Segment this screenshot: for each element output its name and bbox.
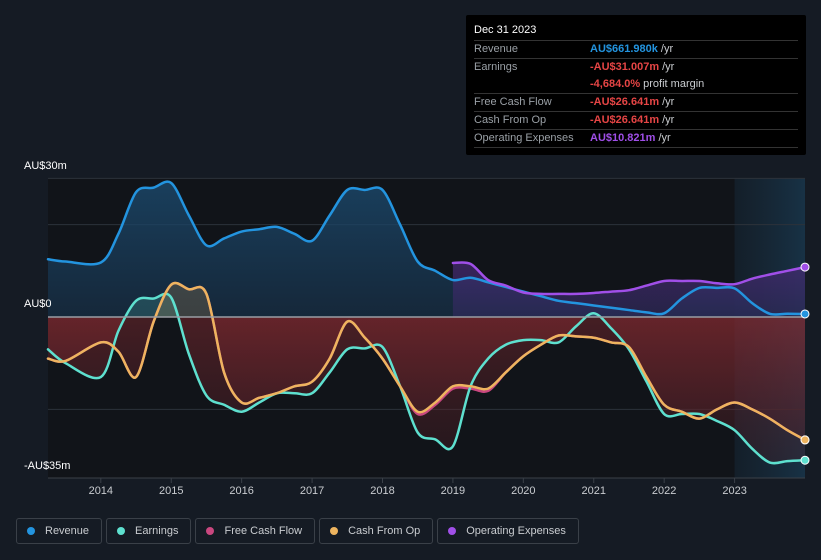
tooltip-suffix: /yr <box>660 43 674 55</box>
legend-label: Free Cash Flow <box>224 525 303 537</box>
tooltip-suffix: /yr <box>658 132 671 144</box>
x-tick-label: 2021 <box>581 485 606 497</box>
legend-label: Earnings <box>135 525 179 537</box>
x-tick-label: 2020 <box>511 485 536 497</box>
x-tick-label: 2019 <box>440 485 466 497</box>
tooltip-value: AU$661.980k <box>590 43 658 55</box>
revenue-dot-icon <box>27 527 35 535</box>
tooltip-value: -AU$31.007m <box>590 61 660 73</box>
tooltip-value: -AU$26.641m <box>590 96 660 108</box>
tooltip-suffix: /yr <box>662 61 675 73</box>
legend-label: Cash From Op <box>348 525 421 537</box>
x-tick-label: 2022 <box>651 485 677 497</box>
earnings-endpoint <box>800 455 810 465</box>
tooltip-row-revenue: Revenue AU$661.980k /yr <box>474 41 798 59</box>
legend-label: Revenue <box>45 525 90 537</box>
tooltip-value: -AU$26.641m <box>590 114 660 126</box>
legend-item-revenue[interactable]: Revenue <box>16 518 103 544</box>
tooltip-suffix: profit margin <box>643 78 705 90</box>
tooltip-label: Free Cash Flow <box>474 96 552 108</box>
tooltip-label <box>474 76 590 93</box>
legend-item-earnings[interactable]: Earnings <box>106 518 192 544</box>
revenue-endpoint <box>800 309 810 319</box>
tooltip-row-operating-expenses: Operating Expenses AU$10.821m /yr <box>474 130 798 148</box>
tooltip-value: -4,684.0% <box>590 78 641 90</box>
tooltip-row-cash-from-op: Cash From Op -AU$26.641m /yr <box>474 112 798 130</box>
tooltip-suffix: /yr <box>662 114 675 126</box>
tooltip-suffix: /yr <box>662 96 675 108</box>
earnings-dot-icon <box>117 527 126 535</box>
y-tick-label-bottom: -AU$35m <box>24 460 71 472</box>
tooltip-label: Operating Expenses <box>474 132 574 144</box>
tooltip-date: Dec 31 2023 <box>474 22 798 41</box>
operating-expenses-endpoint <box>800 262 810 272</box>
x-tick-label: 2014 <box>88 485 114 497</box>
x-tick-label: 2016 <box>229 485 254 497</box>
x-tick-label: 2017 <box>299 485 325 497</box>
legend-item-free-cash-flow[interactable]: Free Cash Flow <box>195 518 316 544</box>
x-tick-label: 2015 <box>158 485 184 497</box>
tooltip-row-free-cash-flow: Free Cash Flow -AU$26.641m /yr <box>474 94 798 112</box>
tooltip-label: Cash From Op <box>474 114 547 126</box>
x-tick-label: 2018 <box>370 485 395 497</box>
cash-from-op-endpoint <box>800 435 810 445</box>
tooltip-row-earnings: Earnings -AU$31.007m /yr <box>474 59 798 76</box>
free-cash-flow-dot-icon <box>206 527 215 535</box>
y-tick-label-zero: AU$0 <box>24 298 52 310</box>
tooltip: Dec 31 2023 Revenue AU$661.980k /yr Earn… <box>466 15 806 155</box>
operating-expenses-dot-icon <box>448 527 457 535</box>
tooltip-row-profit-margin: -4,684.0% profit margin <box>474 76 798 94</box>
tooltip-value: AU$10.821m <box>590 132 656 144</box>
y-tick-label-top: AU$30m <box>24 160 67 172</box>
legend-item-operating-expenses[interactable]: Operating Expenses <box>437 518 579 544</box>
tooltip-label: Revenue <box>474 43 519 55</box>
x-tick-label: 2023 <box>722 485 747 497</box>
cash-from-op-dot-icon <box>330 527 339 535</box>
legend-label: Operating Expenses <box>466 525 566 537</box>
legend: Revenue Earnings Free Cash Flow Cash Fro… <box>16 518 579 544</box>
tooltip-label: Earnings <box>474 61 518 73</box>
legend-item-cash-from-op[interactable]: Cash From Op <box>319 518 434 544</box>
